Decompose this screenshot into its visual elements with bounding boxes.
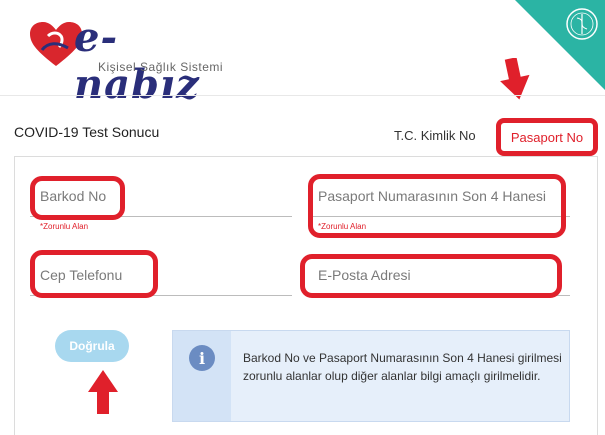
- info-side-panel: i: [173, 331, 231, 421]
- page-title: COVID-19 Test Sonucu: [14, 124, 160, 140]
- phone-annotation-box: [30, 250, 158, 298]
- tab-tc-kimlik-no[interactable]: T.C. Kimlik No: [394, 128, 476, 143]
- email-annotation-box: [300, 254, 562, 298]
- barcode-required-note: *Zorunlu Alan: [40, 222, 89, 231]
- barcode-annotation-box: [30, 176, 125, 220]
- annotation-arrow-up-icon: [88, 370, 118, 414]
- brand-subtitle: Kişisel Sağlık Sistemi: [98, 60, 224, 74]
- tab-pasaport-no[interactable]: Pasaport No: [496, 118, 598, 156]
- info-text: Barkod No ve Pasaport Numarasının Son 4 …: [243, 351, 562, 383]
- info-box: i Barkod No ve Pasaport Numarasının Son …: [172, 330, 570, 422]
- header: e-nabız Kişisel Sağlık Sistemi: [0, 0, 605, 108]
- header-divider: [0, 95, 605, 96]
- annotation-arrow-down-icon: [500, 58, 530, 100]
- info-icon: i: [189, 345, 215, 371]
- passport-required-note: *Zorunlu Alan: [318, 222, 367, 231]
- verify-button[interactable]: Doğrula: [55, 330, 129, 362]
- enabiz-logo[interactable]: e-nabız Kişisel Sağlık Sistemi: [28, 14, 228, 108]
